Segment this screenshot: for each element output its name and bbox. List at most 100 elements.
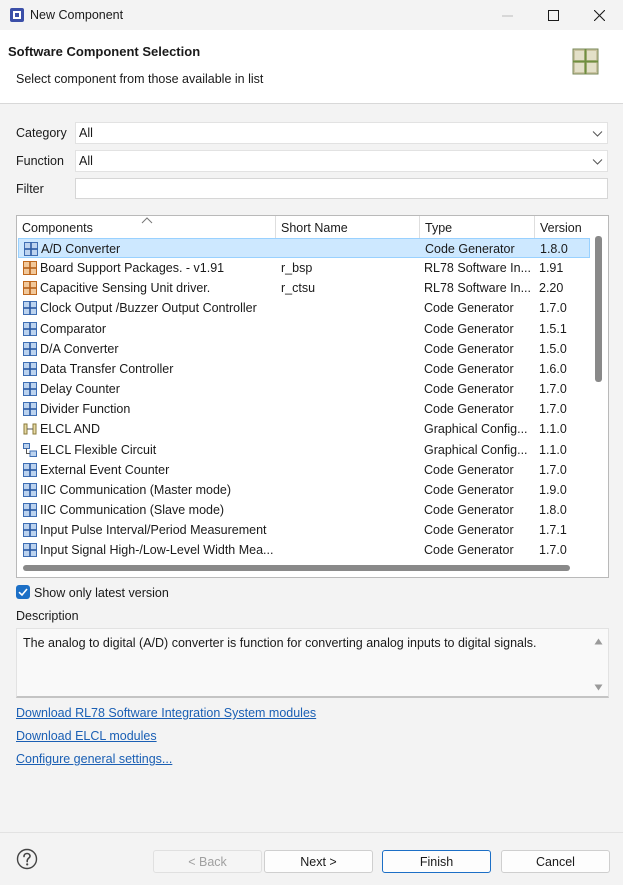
table-row[interactable]: IIC Communication (Master mode) Code Gene… [18, 480, 590, 500]
version-cell: 1.9.0 [539, 482, 567, 497]
code-generator-icon [23, 301, 37, 316]
column-version-label: Version [540, 221, 582, 235]
code-generator-icon [23, 321, 37, 336]
category-select[interactable]: All [75, 122, 608, 144]
software-integration-icon [23, 281, 37, 296]
minimize-button[interactable] [484, 0, 530, 30]
table-row[interactable]: Board Support Packages. - v1.91 r_bsp RL78… [18, 258, 590, 278]
vertical-scrollbar[interactable] [595, 236, 602, 382]
function-select[interactable]: All [75, 150, 608, 172]
component-name-cell: IIC Communication (Master mode) [40, 482, 232, 497]
finish-button[interactable]: Finish [382, 850, 491, 873]
table-row[interactable]: ELCL Flexible Circuit Graphical Config...… [18, 440, 590, 460]
cancel-button[interactable]: Cancel [501, 850, 610, 873]
next-button[interactable]: Next > [264, 850, 373, 873]
title-bar: New Component [0, 0, 623, 30]
type-cell: Code Generator [424, 462, 514, 477]
filter-input[interactable] [75, 178, 608, 199]
flexible-circuit-icon [23, 442, 37, 457]
type-cell: Graphical Config... [424, 422, 528, 437]
table-row[interactable]: Input Pulse Interval/Period Measurement C… [18, 520, 590, 540]
component-name-cell: Input Pulse Interval/Period Measurement [40, 523, 267, 538]
version-cell: 1.1.0 [539, 422, 567, 437]
component-name-cell: Capacitive Sensing Unit driver. [40, 281, 211, 296]
chevron-down-icon [592, 131, 603, 137]
category-label: Category [16, 126, 67, 140]
table-row[interactable]: D/A Converter Code Generator 1.5.0 [18, 339, 590, 359]
checkmark-icon [18, 588, 28, 597]
table-row[interactable]: Comparator Code Generator 1.5.1 [18, 319, 590, 339]
category-value: All [79, 126, 93, 140]
software-integration-icon [23, 261, 37, 276]
component-name-cell: Delay Counter [40, 382, 120, 397]
logic-gate-icon [23, 422, 37, 436]
code-generator-icon [23, 341, 37, 356]
latest-version-checkbox[interactable] [16, 585, 30, 599]
scroll-up-icon[interactable] [594, 638, 603, 645]
table-row[interactable]: Divider Function Code Generator 1.7.0 [18, 399, 590, 419]
table-row[interactable]: Delay Counter Code Generator 1.7.0 [18, 379, 590, 399]
code-generator-icon [23, 523, 37, 538]
chevron-down-icon [592, 159, 603, 165]
configure-settings-link[interactable]: Configure general settings... [16, 752, 172, 766]
horizontal-scrollbar[interactable] [23, 565, 570, 571]
close-button[interactable] [576, 0, 622, 30]
type-cell: Code Generator [424, 482, 514, 497]
table-row[interactable]: Clock Output /Buzzer Output Controller Co… [18, 298, 590, 318]
component-name-cell: IIC Communication (Slave mode) [40, 502, 225, 517]
type-cell: Code Generator [424, 502, 514, 517]
column-type-label: Type [425, 221, 453, 235]
help-icon[interactable] [16, 848, 38, 870]
version-cell: 1.8.0 [539, 502, 567, 517]
scroll-down-icon[interactable] [594, 684, 603, 691]
component-name-cell: Data Transfer Controller [40, 361, 174, 376]
version-cell: 1.7.0 [539, 543, 567, 558]
description-box[interactable]: The analog to digital (A/D) converter is… [16, 628, 609, 698]
component-name-cell: A/D Converter [41, 242, 121, 256]
column-components-label: Components [22, 221, 93, 235]
table-row[interactable]: Capacitive Sensing Unit driver. r_ctsu RL7… [18, 278, 590, 298]
table-row[interactable]: Input Signal High-/Low-Level Width Mea..… [18, 540, 590, 560]
footer-divider [0, 832, 623, 833]
filter-label: Filter [16, 182, 44, 196]
type-cell: Code Generator [424, 341, 514, 356]
column-short-name[interactable]: Short Name [276, 216, 420, 238]
column-type[interactable]: Type [420, 216, 535, 238]
column-version[interactable]: Version [535, 216, 608, 238]
function-value: All [79, 154, 93, 168]
component-grid-icon [572, 48, 599, 75]
code-generator-icon [24, 242, 38, 256]
minimize-icon [501, 15, 513, 16]
download-rl78-link[interactable]: Download RL78 Software Integration Syste… [16, 706, 316, 720]
table-row[interactable]: A/D Converter Code Generator 1.8.0 [18, 238, 590, 258]
maximize-icon [547, 9, 559, 21]
table-row[interactable]: Data Transfer Controller Code Generator 1.… [18, 359, 590, 379]
version-cell: 1.7.0 [539, 402, 567, 417]
version-cell: 1.91 [539, 261, 564, 276]
app-icon [10, 8, 24, 22]
type-cell: Code Generator [424, 382, 514, 397]
components-table[interactable]: Components Short Name Type Version A/D C… [16, 215, 609, 578]
table-row[interactable]: External Event Counter Code Generator 1.7.… [18, 460, 590, 480]
short-name-cell: r_ctsu [281, 281, 316, 296]
window-title: New Component [30, 8, 124, 22]
code-generator-icon [23, 462, 37, 477]
type-cell: Code Generator [424, 361, 514, 376]
component-name-cell: Board Support Packages. - v1.91 [40, 261, 225, 276]
table-row[interactable]: IIC Communication (Slave mode) Code Gener… [18, 500, 590, 520]
version-cell: 1.1.0 [539, 442, 567, 457]
back-button[interactable]: < Back [153, 850, 262, 873]
component-name-cell: Divider Function [40, 402, 131, 417]
table-header: Components Short Name Type Version [17, 216, 608, 238]
page-title: Software Component Selection [8, 44, 201, 59]
code-generator-icon [23, 361, 37, 376]
type-cell: Graphical Config... [424, 442, 528, 457]
version-cell: 1.8.0 [540, 242, 568, 256]
download-elcl-link[interactable]: Download ELCL modules [16, 729, 157, 743]
code-generator-icon [23, 543, 37, 558]
component-name-cell: ELCL AND [40, 422, 100, 437]
maximize-button[interactable] [530, 0, 576, 30]
table-row[interactable]: ELCL AND Graphical Config... 1.1.0 [18, 419, 590, 439]
version-cell: 1.6.0 [539, 361, 567, 376]
type-cell: Code Generator [424, 523, 514, 538]
